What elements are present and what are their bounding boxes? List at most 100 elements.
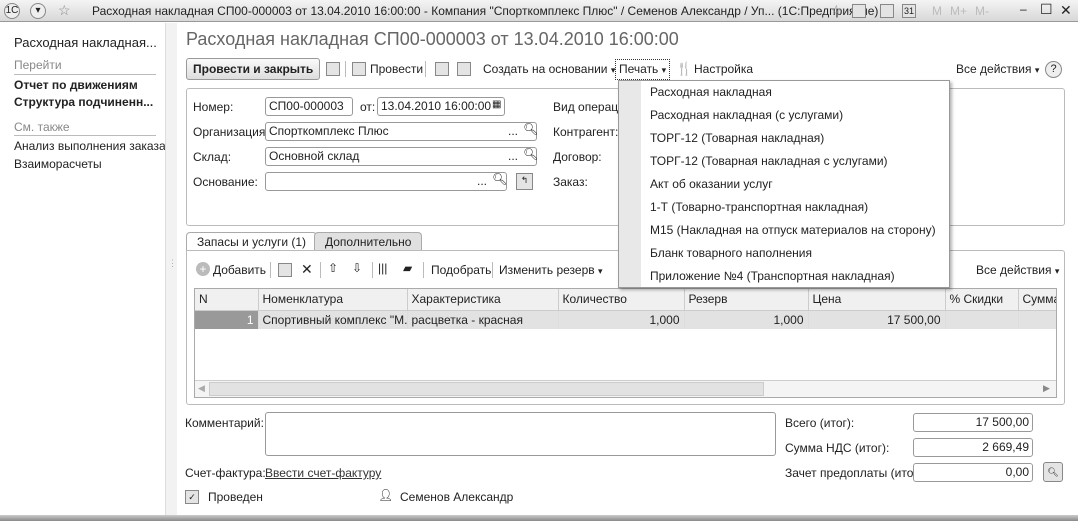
delete-icon[interactable]: ✕ bbox=[301, 261, 313, 278]
column-header[interactable]: Характеристика bbox=[407, 289, 559, 311]
settings-button[interactable]: Настройка bbox=[694, 61, 753, 77]
table-all-actions-button[interactable]: Все действия ▾ bbox=[976, 262, 1059, 279]
related-documents-icon[interactable] bbox=[457, 62, 471, 76]
calendar-icon[interactable]: 31 bbox=[902, 4, 916, 18]
organization-field[interactable]: Спорткомплекс Плюс bbox=[265, 122, 537, 141]
number-field[interactable]: СП00-000003 bbox=[265, 97, 353, 116]
column-header[interactable]: % Скидки bbox=[945, 289, 1019, 311]
menu-item[interactable]: Акт об оказании услуг bbox=[650, 173, 773, 196]
table-all-actions-label: Все действия bbox=[976, 263, 1052, 277]
posted-status: Проведен bbox=[208, 490, 263, 504]
cell[interactable]: 1,000 bbox=[684, 310, 809, 329]
favorite-icon[interactable]: ☆ bbox=[830, 2, 843, 19]
search-icon[interactable]: 🔍︎ bbox=[523, 122, 538, 136]
separator bbox=[372, 262, 373, 278]
create-based-on-button[interactable]: Создать на основании ▾ bbox=[483, 61, 615, 78]
pick-button[interactable]: Подобрать bbox=[431, 262, 491, 278]
scroll-right-icon[interactable]: ▶ bbox=[1043, 383, 1050, 394]
menu-item[interactable]: Расходная накладная bbox=[650, 81, 772, 104]
sidebar-item-subordinate-structure[interactable]: Структура подчиненн... bbox=[14, 95, 153, 109]
post-and-close-button[interactable]: Провести и закрыть bbox=[186, 58, 321, 80]
menu-item[interactable]: М15 (Накладная на отпуск материалов на с… bbox=[650, 219, 936, 242]
sidebar-goto-header: Перейти bbox=[14, 58, 62, 72]
column-header[interactable]: Количество bbox=[558, 289, 685, 311]
basis-field[interactable] bbox=[265, 172, 507, 191]
add-icon[interactable]: + bbox=[196, 262, 210, 276]
menu-item[interactable]: ТОРГ-12 (Товарная накладная) bbox=[650, 127, 824, 150]
minimize-icon[interactable]: – bbox=[1020, 2, 1027, 16]
calculator-icon[interactable] bbox=[880, 4, 894, 18]
m-minus-button[interactable]: M- bbox=[975, 4, 989, 18]
post-icon[interactable] bbox=[352, 62, 366, 76]
tab-additional[interactable]: Дополнительно bbox=[314, 232, 423, 251]
horizontal-scrollbar[interactable]: ◀ ▶ bbox=[195, 380, 1056, 397]
close-icon[interactable]: ✕ bbox=[1060, 2, 1072, 19]
help-icon[interactable]: ? bbox=[1045, 61, 1062, 78]
separator bbox=[320, 262, 321, 278]
cell[interactable]: 1 bbox=[195, 310, 259, 329]
panel-splitter[interactable]: ⋮ bbox=[165, 23, 177, 521]
select-ellipsis-icon[interactable]: ... bbox=[477, 174, 487, 188]
bookmark-icon[interactable] bbox=[852, 4, 866, 18]
date-label: от: bbox=[360, 100, 376, 114]
fill-from-basis-icon[interactable]: ↰ bbox=[516, 173, 533, 190]
m-button[interactable]: M bbox=[932, 4, 942, 18]
tab-inventory[interactable]: Запасы и услуги (1) bbox=[186, 232, 318, 251]
copy-icon[interactable] bbox=[278, 263, 292, 277]
column-header[interactable]: Цена bbox=[808, 289, 946, 311]
menu-dropdown-icon[interactable]: ▾ bbox=[30, 3, 46, 19]
maximize-icon[interactable]: ☐ bbox=[1040, 1, 1053, 18]
table-row[interactable]: 1 Спортивный комплекс "М... расцветка - … bbox=[195, 310, 1056, 329]
search-icon[interactable]: 🔍︎ bbox=[523, 147, 538, 161]
settings-icon[interactable]: 🍴 bbox=[676, 61, 692, 77]
cell[interactable] bbox=[1018, 310, 1056, 329]
menu-item[interactable]: 1-Т (Товарно-транспортная накладная) bbox=[650, 196, 868, 219]
cell[interactable] bbox=[945, 310, 1019, 329]
search-icon[interactable]: 🔍︎ bbox=[1043, 462, 1063, 482]
menu-item[interactable]: Бланк товарного наполнения bbox=[650, 242, 812, 265]
date-field[interactable]: 13.04.2010 16:00:00 bbox=[377, 97, 505, 116]
select-ellipsis-icon[interactable]: ... bbox=[508, 124, 518, 138]
menu-item[interactable]: Приложение №4 (Транспортная накладная) bbox=[650, 265, 895, 288]
column-header[interactable]: Резерв bbox=[684, 289, 809, 311]
sidebar-current[interactable]: Расходная накладная... bbox=[14, 35, 157, 50]
post-button[interactable]: Провести bbox=[370, 61, 423, 77]
save-icon[interactable] bbox=[326, 62, 340, 76]
document-list-icon[interactable] bbox=[435, 62, 449, 76]
column-header[interactable]: N bbox=[195, 289, 259, 311]
menu-item[interactable]: Расходная накладная (с услугами) bbox=[650, 104, 843, 127]
cell[interactable]: расцветка - красная bbox=[407, 310, 559, 329]
all-actions-button[interactable]: Все действия ▾ bbox=[956, 61, 1039, 78]
select-ellipsis-icon[interactable]: ... bbox=[508, 149, 518, 163]
app-logo-icon[interactable]: 1С bbox=[4, 3, 20, 19]
sidebar-item-order-analysis[interactable]: Анализ выполнения заказа bbox=[14, 139, 166, 153]
comment-field[interactable] bbox=[265, 412, 776, 456]
m-plus-button[interactable]: M+ bbox=[950, 4, 967, 18]
warehouse-field[interactable]: Основной склад bbox=[265, 147, 537, 166]
print-button[interactable]: Печать ▾ bbox=[615, 59, 671, 80]
cell[interactable]: 17 500,00 bbox=[808, 310, 946, 329]
favorite-star-icon[interactable]: ☆ bbox=[58, 2, 71, 19]
change-reserve-button[interactable]: Изменить резерв ▾ bbox=[499, 262, 603, 279]
column-header[interactable]: Сумма bbox=[1018, 289, 1056, 311]
sidebar-item-settlements[interactable]: Взаиморасчеты bbox=[14, 157, 102, 171]
sidebar-item-movements-report[interactable]: Отчет по движениям bbox=[14, 78, 138, 92]
menu-item[interactable]: ТОРГ-12 (Товарная накладная с услугами) bbox=[650, 150, 888, 173]
enter-invoice-link[interactable]: Ввести счет-фактуру bbox=[265, 466, 381, 480]
create-based-on-label: Создать на основании bbox=[483, 62, 608, 76]
scanner-icon[interactable]: ▰ bbox=[403, 261, 412, 275]
search-icon[interactable]: 🔍︎ bbox=[492, 172, 507, 186]
move-up-icon[interactable]: ⇧ bbox=[328, 261, 338, 275]
chevron-down-icon: ▾ bbox=[597, 266, 603, 276]
chevron-down-icon: ▾ bbox=[661, 65, 667, 75]
cell[interactable]: 1,000 bbox=[558, 310, 685, 329]
separator bbox=[345, 61, 346, 77]
barcode-search-icon[interactable]: ||| bbox=[378, 261, 387, 275]
scrollbar-thumb[interactable] bbox=[209, 382, 764, 396]
cell[interactable]: Спортивный комплекс "М... bbox=[258, 310, 408, 329]
add-button[interactable]: Добавить bbox=[213, 262, 266, 278]
column-header[interactable]: Номенклатура bbox=[258, 289, 408, 311]
move-down-icon[interactable]: ⇩ bbox=[352, 261, 362, 275]
calendar-icon[interactable]: ▦ bbox=[492, 99, 501, 110]
scroll-left-icon[interactable]: ◀ bbox=[198, 383, 205, 394]
